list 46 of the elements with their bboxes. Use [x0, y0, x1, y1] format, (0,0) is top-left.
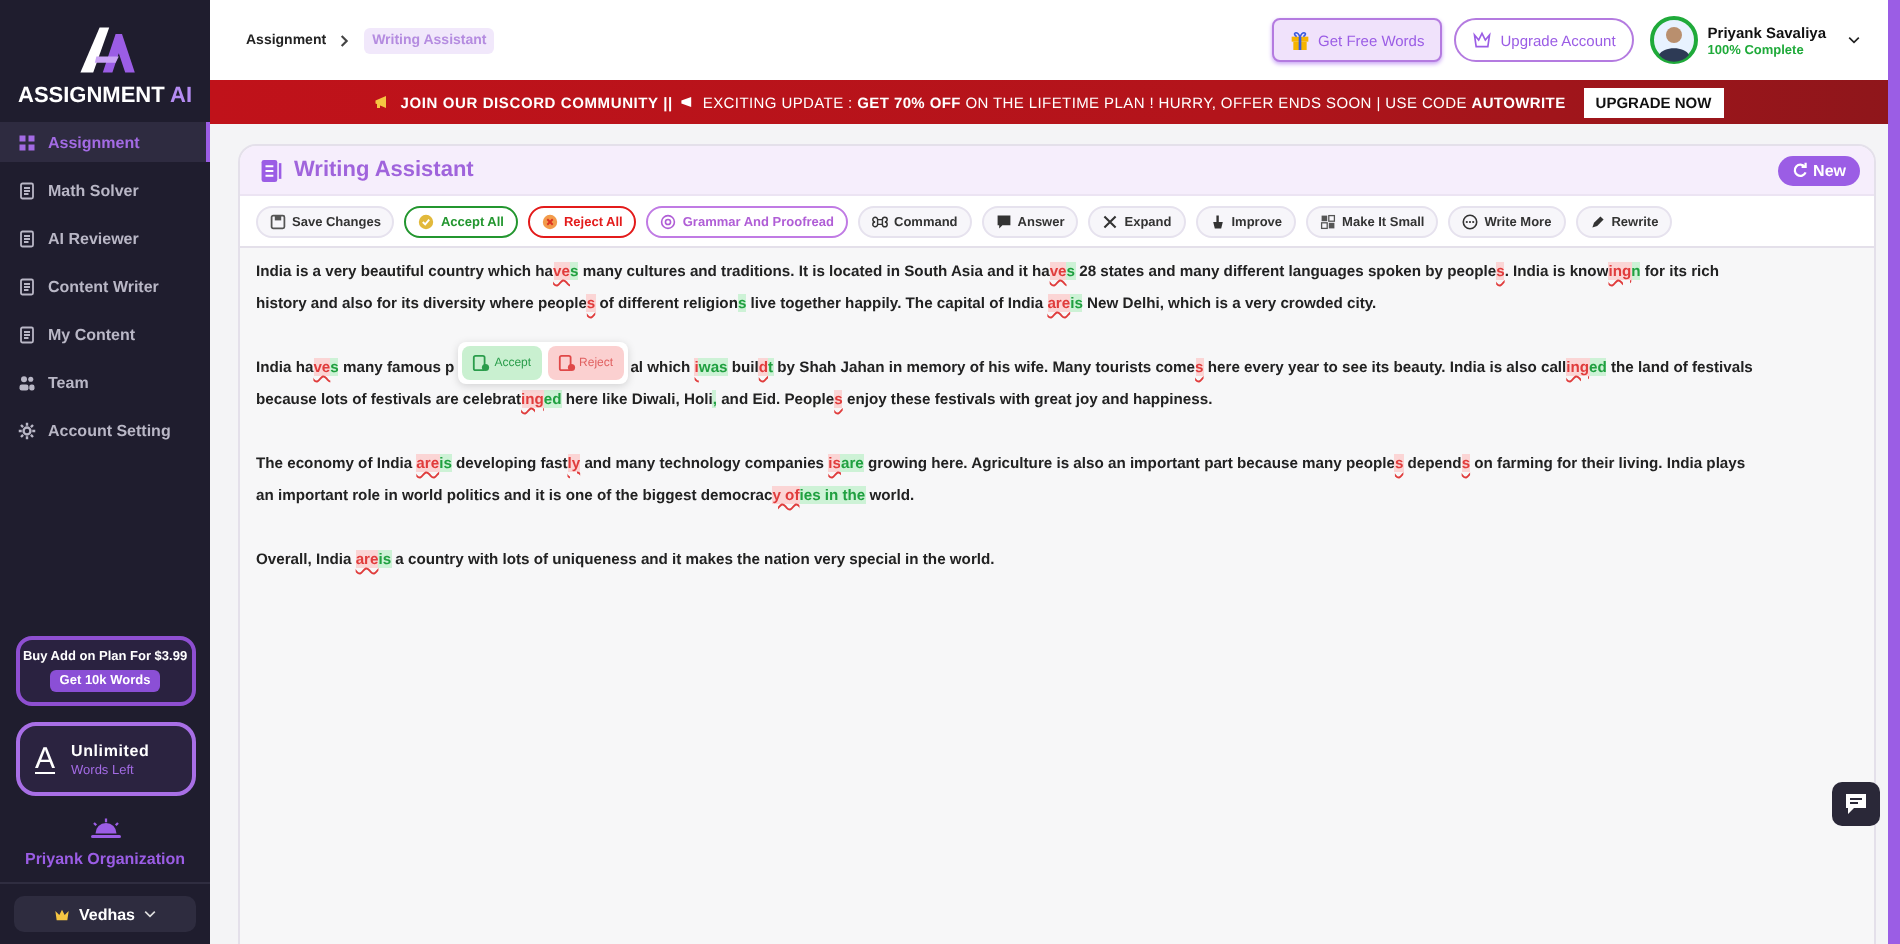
at-sign-icon	[660, 214, 677, 230]
gear-icon	[18, 421, 36, 439]
nav-item[interactable]: AI Reviewer	[0, 218, 210, 258]
cross-icon	[1102, 214, 1119, 230]
document-cross-icon	[557, 354, 576, 372]
dots-icon	[1462, 214, 1479, 230]
nav-item[interactable]: Assignment	[0, 122, 210, 162]
hand-icon	[1209, 214, 1226, 230]
nav-item[interactable]: Math Solver	[0, 170, 210, 210]
pen-icon	[1589, 214, 1606, 230]
people-icon	[18, 373, 36, 391]
chat-icon	[995, 214, 1012, 230]
megaphone-icon	[680, 96, 695, 108]
check-icon	[418, 214, 435, 230]
nav-item[interactable]: Team	[0, 362, 210, 402]
document-icon	[18, 325, 36, 343]
save-icon	[270, 214, 286, 230]
refresh-icon	[1791, 162, 1808, 178]
chat-icon	[1844, 792, 1868, 816]
avatar	[1649, 16, 1698, 64]
editor-title: Writing Assistant	[294, 158, 476, 182]
workspace-dropdown[interactable]: Vedhas	[14, 896, 196, 932]
close-icon	[541, 214, 558, 230]
organization-name: Priyank Organization	[24, 850, 186, 868]
nav-item[interactable]: My Content	[0, 314, 210, 354]
brand-accent: AI	[170, 84, 192, 108]
nav-item[interactable]: Account Setting	[0, 410, 210, 450]
chevron-down-icon	[143, 910, 155, 918]
sunrise-icon	[87, 818, 123, 840]
crown-icon	[1472, 30, 1493, 50]
plan-title: Unlimited	[71, 741, 150, 759]
notebook-icon	[260, 157, 282, 183]
breadcrumb-separator-icon	[340, 33, 351, 47]
gift-icon	[1290, 30, 1311, 50]
nav-item[interactable]: Content Writer	[0, 266, 210, 306]
document-check-icon	[472, 354, 491, 372]
grid-icon	[18, 133, 36, 151]
crown-icon	[54, 907, 71, 921]
clipboard-icon	[18, 277, 36, 295]
shrink-icon	[1320, 214, 1337, 230]
plan-letter: A	[35, 742, 56, 776]
document-icon	[18, 229, 36, 247]
chat-button[interactable]	[1832, 782, 1880, 826]
chevron-down-icon[interactable]	[1848, 36, 1860, 44]
new-button[interactable]: New	[1777, 155, 1860, 185]
brand-name: ASSIGNMENT	[18, 84, 165, 108]
